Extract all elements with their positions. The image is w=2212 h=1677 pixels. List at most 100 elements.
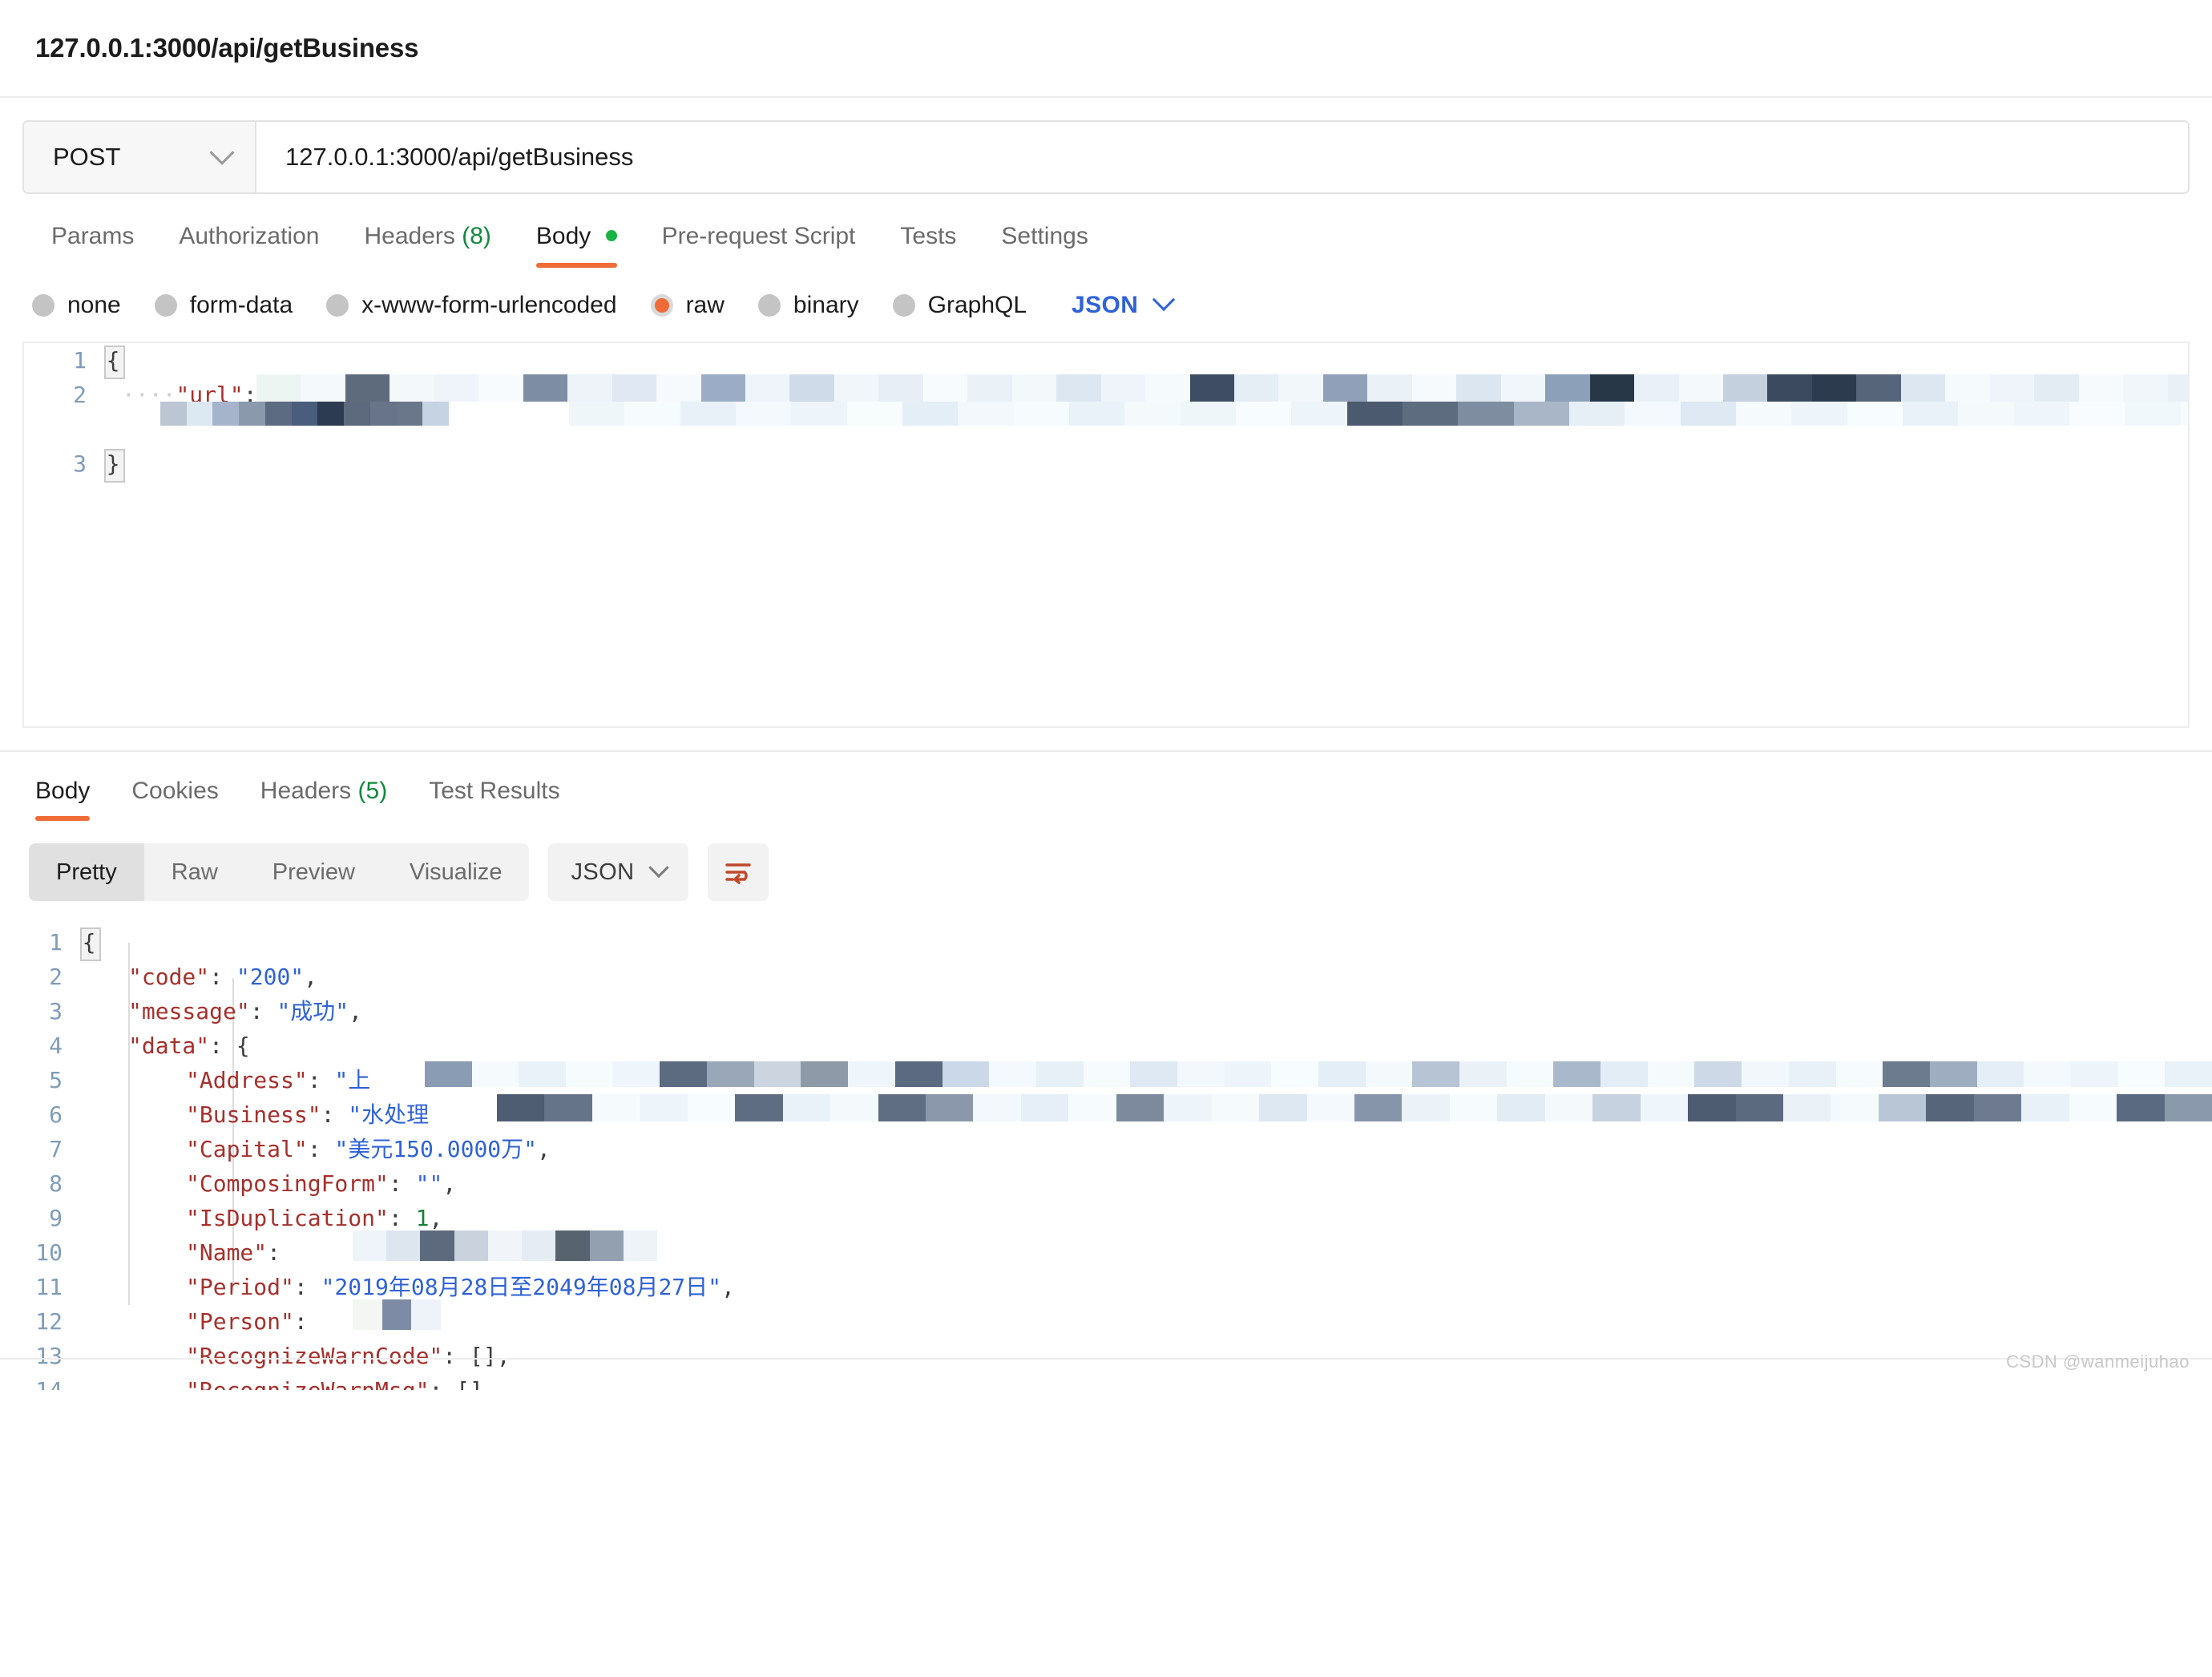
body-type-raw[interactable]: raw xyxy=(650,292,725,319)
json-key: "Name" xyxy=(186,1239,268,1266)
page-title: 127.0.0.1:3000/api/getBusiness xyxy=(35,33,419,63)
view-mode-preview[interactable]: Preview xyxy=(245,843,382,901)
body-type-binary[interactable]: binary xyxy=(757,292,859,319)
tab-body-label: Body xyxy=(535,223,591,249)
json-key: "code" xyxy=(128,964,210,990)
radio-urlencoded-icon xyxy=(326,294,349,317)
table-row: 6 "Business": "水处理 xyxy=(0,1094,2212,1132)
tab-tests-label: Tests xyxy=(900,223,957,249)
body-type-form-data[interactable]: form-data xyxy=(154,292,293,319)
radio-raw-icon xyxy=(650,294,673,317)
tab-headers-label: Headers xyxy=(364,223,455,249)
line-number: 12 xyxy=(35,1308,63,1335)
response-tab-test-results[interactable]: Test Results xyxy=(408,778,580,821)
response-tab-headers-label: Headers xyxy=(260,778,352,804)
code-line: 2 ····"url": "ht xyxy=(24,374,2188,426)
line-number: 2 xyxy=(73,382,87,408)
watermark: CSDN @wanmeijuhao xyxy=(2006,1352,2190,1372)
response-tab-cookies[interactable]: Cookies xyxy=(111,778,239,821)
body-type-none[interactable]: none xyxy=(32,292,121,319)
line-number: 14 xyxy=(0,1373,80,1390)
line-number: 4 xyxy=(49,1032,63,1059)
tab-body[interactable]: Body xyxy=(514,223,640,268)
response-tab-body[interactable]: Body xyxy=(14,778,111,821)
response-view-mode-group: Pretty Raw Preview Visualize xyxy=(29,843,530,901)
table-row: 2 "code": "200", xyxy=(0,960,2212,994)
body-type-graphql-label: GraphQL xyxy=(927,292,1027,318)
line-number: 13 xyxy=(35,1343,63,1369)
tab-tests[interactable]: Tests xyxy=(878,223,979,268)
json-key: "Business" xyxy=(186,1101,321,1128)
tab-settings[interactable]: Settings xyxy=(979,223,1110,268)
view-mode-raw[interactable]: Raw xyxy=(144,843,245,901)
view-mode-pretty[interactable]: Pretty xyxy=(29,843,144,901)
tab-authorization[interactable]: Authorization xyxy=(156,223,341,268)
fold-marker[interactable]: { xyxy=(80,925,101,961)
line-number: 1 xyxy=(73,347,87,374)
table-row: 13 "RecognizeWarnCode": [], xyxy=(0,1339,2212,1373)
json-value: "成功" xyxy=(276,998,349,1024)
line-number: 5 xyxy=(49,1067,63,1093)
wrap-lines-button[interactable] xyxy=(708,843,769,901)
json-value: "上 xyxy=(334,1067,371,1093)
json-key: "Address" xyxy=(186,1067,308,1093)
response-tab-test-results-label: Test Results xyxy=(429,778,560,804)
url-input[interactable]: 127.0.0.1:3000/api/getBusiness xyxy=(256,122,2188,192)
response-body-viewer[interactable]: 1 { 2 "code": "200", 3 "message": "成功", … xyxy=(0,925,2212,1390)
chevron-down-icon xyxy=(209,139,235,165)
table-row: 10 "Name": xyxy=(0,1230,2212,1270)
response-tab-headers-count: (5) xyxy=(357,778,388,804)
tab-pre-request-script[interactable]: Pre-request Script xyxy=(640,223,878,268)
table-row: 1 { xyxy=(0,925,2212,961)
code-line: 3 } xyxy=(24,447,2188,483)
tab-pre-request-script-label: Pre-request Script xyxy=(661,223,856,249)
radio-form-data-icon xyxy=(154,294,177,317)
response-tab-headers[interactable]: Headers (5) xyxy=(240,778,408,821)
request-title-bar: 127.0.0.1:3000/api/getBusiness xyxy=(0,0,2212,98)
table-row: 9 "IsDuplication": 1, xyxy=(0,1201,2212,1235)
json-value: "美元150.0000万" xyxy=(334,1136,538,1162)
line-number: 2 xyxy=(49,964,63,990)
line-number: 9 xyxy=(49,1205,63,1231)
tab-headers[interactable]: Headers (8) xyxy=(341,223,513,268)
view-mode-preview-label: Preview xyxy=(272,859,355,885)
response-tab-cookies-label: Cookies xyxy=(131,778,219,804)
radio-binary-icon xyxy=(757,294,781,317)
tab-params[interactable]: Params xyxy=(29,223,156,268)
body-modified-dot-icon xyxy=(605,230,617,241)
active-tab-underline xyxy=(535,263,617,268)
http-method-select[interactable]: POST xyxy=(24,122,256,192)
view-mode-pretty-label: Pretty xyxy=(56,859,117,885)
body-type-graphql[interactable]: GraphQL xyxy=(892,292,1027,319)
request-code-area: 1 { 2 ····"url": "ht 3} xyxy=(24,343,2188,483)
line-number: 7 xyxy=(49,1136,63,1162)
line-number: 1 xyxy=(49,929,63,956)
json-value: { xyxy=(236,1032,250,1059)
response-format-select[interactable]: JSON xyxy=(548,843,689,901)
response-tab-body-label: Body xyxy=(35,778,91,804)
line-number: 3 xyxy=(73,451,87,477)
request-body-editor[interactable]: 1 { 2 ····"url": "ht 3} xyxy=(22,341,2190,728)
view-mode-visualize[interactable]: Visualize xyxy=(382,843,530,901)
line-number: 11 xyxy=(35,1274,63,1300)
fold-marker[interactable]: } xyxy=(104,447,125,483)
json-value: [] xyxy=(470,1343,497,1369)
json-key: "Period" xyxy=(186,1274,294,1300)
body-type-urlencoded[interactable]: x-www-form-urlencoded xyxy=(326,292,617,319)
json-value: 1 xyxy=(415,1205,430,1231)
table-row: 12 "Person": xyxy=(0,1299,2212,1339)
table-row: 14 "RecognizeWarnMsg": [], xyxy=(0,1373,2212,1390)
request-format-select[interactable]: JSON xyxy=(1072,288,1176,319)
request-url-line: ····"url": "ht xyxy=(122,382,312,408)
active-tab-underline xyxy=(35,816,91,821)
body-type-none-label: none xyxy=(67,292,121,318)
json-key: "message" xyxy=(128,998,250,1024)
line-number: 10 xyxy=(35,1239,63,1266)
fold-marker[interactable]: { xyxy=(104,343,125,379)
table-row: 8 "ComposingForm": "", xyxy=(0,1166,2212,1201)
json-value: "200" xyxy=(236,964,305,990)
response-code-area: 1 { 2 "code": "200", 3 "message": "成功", … xyxy=(0,925,2212,1390)
table-row: 11 "Period": "2019年08月28日至2049年08月27日", xyxy=(0,1270,2212,1304)
view-mode-visualize-label: Visualize xyxy=(409,859,503,885)
body-type-urlencoded-label: x-www-form-urlencoded xyxy=(361,292,617,318)
